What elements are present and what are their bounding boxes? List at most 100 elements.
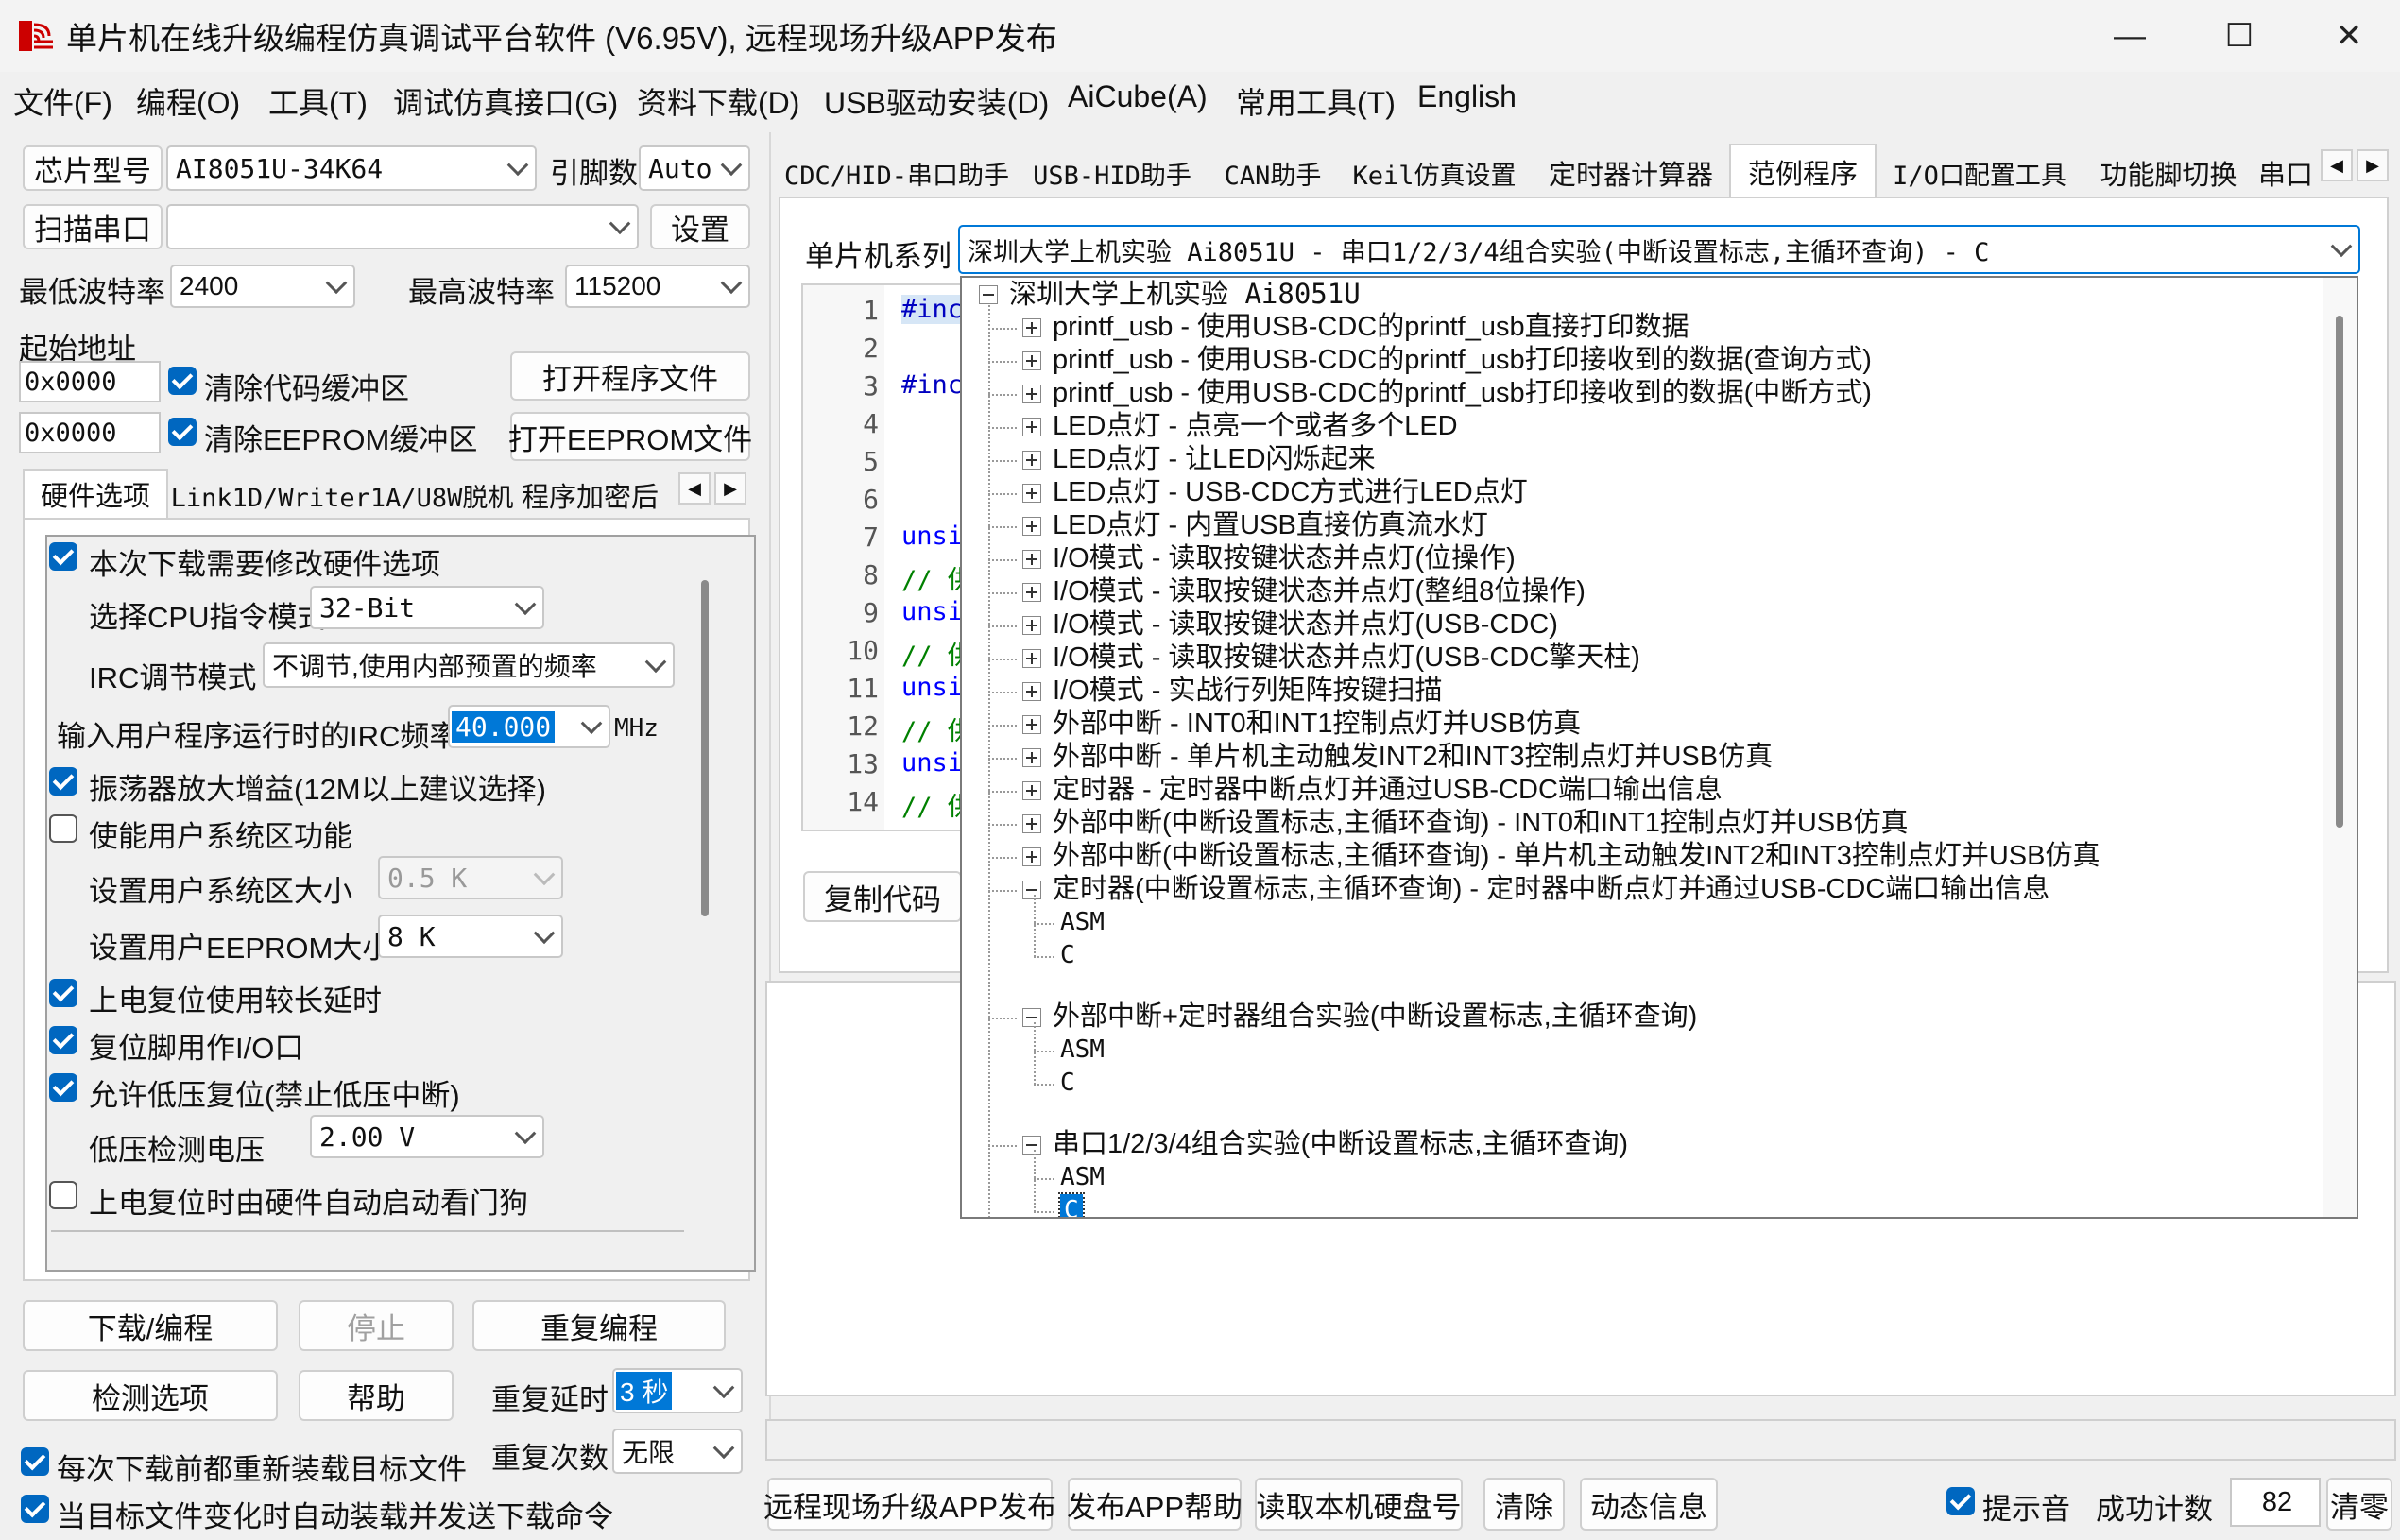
clear-code-checkbox[interactable] [168,367,197,395]
chip-model-select[interactable]: AI8051U-34K64 [166,145,537,191]
port-select[interactable] [166,204,639,249]
dynamic-info-button[interactable]: 动态信息 [1580,1478,1718,1531]
copy-code-button[interactable]: 复制代码 [803,871,962,922]
expand-icon[interactable] [1022,715,1041,734]
expand-icon[interactable] [1022,318,1041,337]
tree-item[interactable]: I/O模式 - 读取按键状态并点灯(整组8位操作) [1053,575,1586,608]
tree-group[interactable]: 串口1/2/3/4组合实验(中断设置标志,主循环查询) [1053,1128,1628,1161]
min-baud-select[interactable]: 2400 [170,265,355,308]
eeprom-size-select[interactable]: 8 K [378,915,563,958]
tree-item[interactable]: LED点灯 - USB-CDC方式进行LED点灯 [1053,476,1528,509]
tab-scroll-left-icon[interactable]: ◀ [678,472,711,505]
pin-count-select[interactable]: Auto [639,145,750,191]
close-button[interactable]: ✕ [2294,0,2400,72]
tab-encryption[interactable]: 程序加密后 [522,472,678,518]
user-sys-size-select[interactable]: 0.5 K [378,856,563,899]
tree-item[interactable]: printf_usb - 使用USB-CDC的printf_usb打印接收到的数… [1053,377,1872,410]
tree-item[interactable]: printf_usb - 使用USB-CDC的printf_usb打印接收到的数… [1053,344,1872,377]
irc-mode-select[interactable]: 不调节,使用内部预置的频率 [263,642,675,688]
tab-can[interactable]: CAN助手 [1211,149,1334,197]
tree-root[interactable]: 深圳大学上机实验 Ai8051U [1009,278,1361,311]
reset-count-button[interactable]: 清零 [2326,1478,2392,1531]
lvd-select[interactable]: 2.00 V [310,1115,544,1158]
tree-group[interactable]: 定时器(中断设置标志,主循环查询) - 定时器中断点灯并通过USB-CDC端口输… [1053,873,2049,906]
tab-scroll-left-icon[interactable]: ◀ [2321,149,2353,181]
tab-examples[interactable]: 范例程序 [1729,144,1877,198]
tab-scroll-right-icon[interactable]: ▶ [2357,149,2389,181]
expand-icon[interactable] [1022,517,1041,536]
tab-keil-sim[interactable]: Keil仿真设置 [1340,149,1529,197]
collapse-icon[interactable] [1022,1135,1041,1155]
read-disk-button[interactable]: 读取本机硬盘号 [1255,1478,1463,1531]
tree-item[interactable]: 外部中断(中断设置标志,主循环查询) - 单片机主动触发INT2和INT3控制点… [1053,840,2100,873]
code-address-input[interactable]: 0x0000 [19,361,161,402]
collapse-icon[interactable] [979,285,998,304]
tab-timer-calc[interactable]: 定时器计算器 [1538,149,1723,197]
reset-io-checkbox[interactable] [49,1026,77,1054]
tab-scroll-right-icon[interactable]: ▶ [714,472,746,505]
tree-leaf[interactable]: C [1058,1191,1085,1217]
maximize-button[interactable]: ☐ [2185,0,2294,72]
expand-icon[interactable] [1022,484,1041,503]
menu-file[interactable]: 文件(F) [13,79,112,123]
tree-item[interactable]: 外部中断 - INT0和INT1控制点灯并USB仿真 [1053,708,1581,741]
expand-icon[interactable] [1022,418,1041,436]
tree-group[interactable]: 外部中断+定时器组合实验(中断设置标志,主循环查询) [1053,1001,1697,1034]
tab-usb-hid[interactable]: USB-HID助手 [1022,149,1202,197]
tree-leaf[interactable]: ASM [1060,1034,1105,1067]
help-button[interactable]: 帮助 [299,1370,454,1421]
publish-help-button[interactable]: 发布APP帮助 [1067,1478,1243,1531]
publish-app-button[interactable]: 远程现场升级APP发布 [763,1478,1056,1531]
tab-cdc-hid-serial[interactable]: CDC/HID-串口助手 [775,149,1019,197]
settings-button[interactable]: 设置 [650,204,750,249]
menu-english[interactable]: English [1417,79,1517,114]
series-select[interactable]: 深圳大学上机实验 Ai8051U - 串口1/2/3/4组合实验(中断设置标志,… [958,225,2360,274]
reprogram-button[interactable]: 重复编程 [472,1300,726,1351]
expand-icon[interactable] [1022,847,1041,866]
tree-leaf[interactable]: C [1060,939,1075,972]
code-editor[interactable]: 1 #inc 2 3 #inc 4 5 6 7 unsi 8 // 供 9 unsi 10 // 供 11 uns… [801,283,962,831]
lvr-checkbox[interactable] [49,1073,77,1102]
tree-item[interactable]: LED点灯 - 内置USB直接仿真流水灯 [1053,509,1488,542]
repeat-count-select[interactable]: 无限 [612,1429,743,1474]
clear-button[interactable]: 清除 [1483,1478,1565,1531]
scan-port-button[interactable]: 扫描串口 [23,204,163,249]
tab-hardware-options[interactable]: 硬件选项 [23,469,168,518]
expand-icon[interactable] [1022,583,1041,602]
expand-icon[interactable] [1022,385,1041,403]
tree-item[interactable]: 定时器 - 定时器中断点灯并通过USB-CDC端口输出信息 [1053,774,1723,807]
menu-download[interactable]: 资料下载(D) [637,79,799,123]
download-button[interactable]: 下载/编程 [23,1300,278,1351]
watchdog-checkbox[interactable] [49,1181,77,1209]
user-sys-checkbox[interactable] [49,814,77,843]
irc-freq-select[interactable]: 40.000 [448,705,610,748]
expand-icon[interactable] [1022,451,1041,470]
tree-scrollbar-thumb[interactable] [2336,316,2343,828]
tab-offline[interactable]: Link1D/Writer1A/U8W脱机 [170,472,514,518]
repeat-delay-select[interactable]: 3 秒 [612,1368,743,1413]
open-program-button[interactable]: 打开程序文件 [510,351,750,401]
tab-serial[interactable]: 串口 [2258,149,2317,197]
menu-usb-driver[interactable]: USB驱动安装(D) [824,79,1049,123]
tree-item[interactable]: 外部中断(中断设置标志,主循环查询) - INT0和INT1控制点灯并USB仿真 [1053,807,1908,840]
max-baud-select[interactable]: 115200 [565,265,750,308]
tree-item[interactable]: I/O模式 - 读取按键状态并点灯(USB-CDC擎天柱) [1053,642,1640,675]
collapse-icon[interactable] [1022,1007,1041,1027]
tab-pin-switch[interactable]: 功能脚切换 [2088,149,2249,197]
minimize-button[interactable]: — [2075,0,2185,72]
tree-item[interactable]: I/O模式 - 读取按键状态并点灯(USB-CDC) [1053,608,1558,642]
tree-leaf[interactable]: ASM [1060,1161,1105,1194]
menu-common-tools[interactable]: 常用工具(T) [1236,79,1396,123]
tree-item[interactable]: LED点灯 - 让LED闪烁起来 [1053,443,1376,476]
menu-debug[interactable]: 调试仿真接口(G) [393,79,618,123]
tab-io-config[interactable]: I/O口配置工具 [1882,149,2077,197]
expand-icon[interactable] [1022,550,1041,569]
examples-tree-dropdown[interactable]: 深圳大学上机实验 Ai8051U printf_usb - 使用USB-CDC的p… [960,276,2358,1219]
tree-item[interactable]: 外部中断 - 单片机主动触发INT2和INT3控制点灯并USB仿真 [1053,741,1773,774]
tree-leaf[interactable]: ASM [1060,906,1105,939]
tree-item[interactable]: printf_usb - 使用USB-CDC的printf_usb直接打印数据 [1053,311,1689,344]
expand-icon[interactable] [1022,814,1041,833]
expand-icon[interactable] [1022,649,1041,668]
autoload-checkbox[interactable] [21,1495,49,1523]
modify-hw-checkbox[interactable] [49,542,77,571]
